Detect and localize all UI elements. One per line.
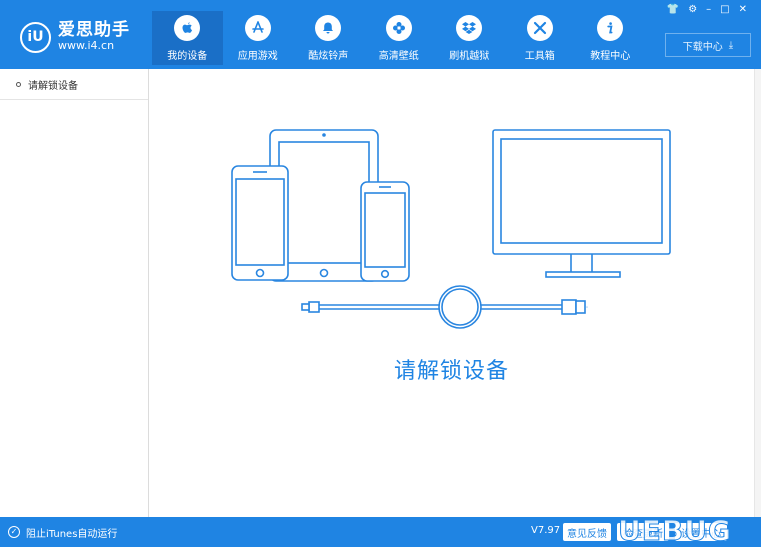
vertical-scrollbar[interactable] xyxy=(754,69,761,517)
window-controls: 👕 ⚙ – □ ✕ xyxy=(667,4,747,16)
main-nav: 我的设备 应用游戏 酷炫铃声 高清壁纸 刷机越狱 工具箱 教程中心 xyxy=(152,11,646,69)
nav-item-flash-jailbreak[interactable]: 刷机越狱 xyxy=(434,11,505,65)
nav-label: 教程中心 xyxy=(590,51,631,62)
download-icon: ⤓ xyxy=(728,39,734,51)
tools-icon xyxy=(526,15,553,41)
device-sidebar: 请解锁设备 xyxy=(0,69,149,517)
nav-item-tutorials[interactable]: 教程中心 xyxy=(575,11,646,65)
sidebar-item-label: 请解锁设备 xyxy=(28,80,78,92)
main-panel: 请解锁设备 xyxy=(149,69,754,517)
download-center-label: 下载中心 xyxy=(682,41,723,53)
skin-icon[interactable]: 👕 xyxy=(667,4,679,16)
bullet-icon xyxy=(16,81,21,87)
block-itunes-toggle[interactable]: ✓ 阻止iTunes自动运行 xyxy=(8,517,117,547)
check-update-button[interactable]: 检查更新 xyxy=(617,523,669,541)
nav-label: 我的设备 xyxy=(167,51,208,62)
nav-item-my-device[interactable]: 我的设备 xyxy=(152,11,223,65)
nav-label: 酷炫铃声 xyxy=(308,51,349,62)
nav-item-toolbox[interactable]: 工具箱 xyxy=(505,11,576,65)
apple-icon xyxy=(174,15,201,41)
settings-icon[interactable]: ⚙ xyxy=(688,4,697,16)
nav-item-wallpapers[interactable]: 高清壁纸 xyxy=(364,11,435,65)
nav-item-apps-games[interactable]: 应用游戏 xyxy=(223,11,294,65)
dropbox-icon xyxy=(456,15,483,41)
info-icon xyxy=(597,15,624,41)
device-illustration xyxy=(231,129,671,329)
close-icon[interactable]: ✕ xyxy=(739,4,747,16)
nav-item-ringtones[interactable]: 酷炫铃声 xyxy=(293,11,364,65)
download-center-button[interactable]: 下载中心 ⤓ xyxy=(665,33,751,57)
nav-label: 应用游戏 xyxy=(237,51,278,62)
app-name: 爱思助手 xyxy=(58,20,130,40)
bell-icon xyxy=(315,15,342,41)
nav-label: 工具箱 xyxy=(524,51,555,62)
sidebar-item-unlock-device[interactable]: 请解锁设备 xyxy=(0,69,148,100)
maximize-icon[interactable]: □ xyxy=(720,4,729,16)
block-itunes-label: 阻止iTunes自动运行 xyxy=(26,528,118,540)
status-bar: ✓ 阻止iTunes自动运行 V7.97 意见反馈 检查更新 设置中心 xyxy=(0,517,761,547)
logo-mark: iU xyxy=(20,21,51,53)
check-circle-icon: ✓ xyxy=(8,526,20,538)
unlock-prompt: 请解锁设备 xyxy=(393,359,509,384)
app-url: www.i4.cn xyxy=(58,39,115,52)
app-store-icon xyxy=(244,15,271,41)
top-header: iU 爱思助手 www.i4.cn 我的设备 应用游戏 酷炫铃声 高清壁纸 刷机… xyxy=(0,0,761,69)
nav-label: 高清壁纸 xyxy=(378,51,419,62)
flower-icon xyxy=(385,15,412,41)
logo-text: 爱思助手 www.i4.cn xyxy=(58,21,130,53)
settings-center-button[interactable]: 设置中心 xyxy=(675,523,727,541)
cable-ring-illustration xyxy=(438,285,482,329)
minimize-icon[interactable]: – xyxy=(706,4,711,16)
feedback-button[interactable]: 意见反馈 xyxy=(563,523,611,541)
nav-label: 刷机越狱 xyxy=(449,51,490,62)
version-label: V7.97 xyxy=(531,525,561,536)
app-logo: iU 爱思助手 www.i4.cn xyxy=(20,20,130,54)
